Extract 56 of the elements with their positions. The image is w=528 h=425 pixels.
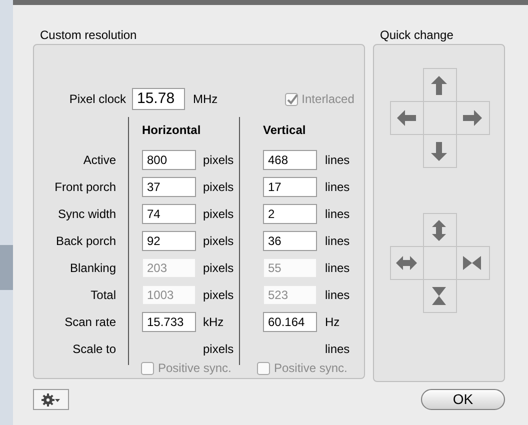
field-label: Pixel clock <box>68 91 127 108</box>
column-heading: Vertical <box>263 122 307 139</box>
row-label: Active <box>82 152 117 168</box>
unit-label: lines <box>324 286 351 304</box>
checkbox-label: Positive sync. <box>274 360 348 377</box>
quick-change-button[interactable] <box>456 246 490 280</box>
row-label: Back porch <box>54 232 117 250</box>
unit-label: pixels <box>202 206 235 222</box>
unit-label: lines <box>324 178 351 196</box>
unit-label: pixels <box>202 260 235 276</box>
unit-label: pixels <box>202 340 235 358</box>
unit-label: lines <box>324 340 351 358</box>
unit-label: pixels <box>202 152 235 168</box>
quick-change-button[interactable] <box>422 279 456 313</box>
checkbox-label: Positive sync. <box>158 360 232 377</box>
number-field[interactable]: 92 <box>142 230 196 250</box>
unit-label: Hz <box>324 314 341 330</box>
ok-button[interactable]: OK <box>421 389 505 410</box>
group-title: Custom resolution <box>39 28 138 42</box>
number-field[interactable]: 60.164 <box>263 312 317 332</box>
column-heading: Horizontal <box>142 122 202 139</box>
sidebar-selection <box>0 245 13 290</box>
unit-label: lines <box>324 152 351 168</box>
quick-change-button[interactable] <box>390 246 424 280</box>
number-field[interactable]: 2 <box>263 204 317 224</box>
unit-label: lines <box>324 232 351 250</box>
quick-change-button[interactable] <box>422 134 456 168</box>
quick-change-button[interactable] <box>422 68 456 102</box>
quick-change-button[interactable] <box>456 101 490 135</box>
row-label: Front porch <box>54 178 117 196</box>
number-field[interactable]: 15.733 <box>142 312 196 332</box>
unit-label: pixels <box>202 286 235 304</box>
number-field[interactable]: 36 <box>263 230 317 250</box>
number-field[interactable]: 17 <box>263 176 317 196</box>
quick-change-button[interactable] <box>422 213 456 247</box>
row-label: Total <box>90 286 117 304</box>
unit-label: pixels <box>202 178 235 196</box>
number-field[interactable]: 468 <box>263 150 317 170</box>
unit-label: pixels <box>202 232 235 250</box>
row-label: Scan rate <box>64 314 117 330</box>
number-field[interactable]: 74 <box>142 204 196 224</box>
number-field[interactable]: 800 <box>142 150 196 170</box>
group-title: Quick change <box>379 28 454 42</box>
row-label: Scale to <box>72 340 117 358</box>
pixel-clock-field[interactable]: 15.78 <box>132 88 185 110</box>
row-label: Sync width <box>56 206 117 222</box>
unit-label: lines <box>324 206 351 222</box>
settings-menu-button[interactable] <box>33 389 69 410</box>
checkbox-label: Interlaced <box>302 91 354 108</box>
quick-change-button[interactable] <box>390 101 424 135</box>
unit-label: MHz <box>193 91 218 108</box>
unit-label: lines <box>324 260 351 276</box>
unit-label: kHz <box>202 314 225 330</box>
number-field[interactable]: 37 <box>142 176 196 196</box>
row-label: Blanking <box>68 260 117 276</box>
gear-icon <box>41 392 61 406</box>
